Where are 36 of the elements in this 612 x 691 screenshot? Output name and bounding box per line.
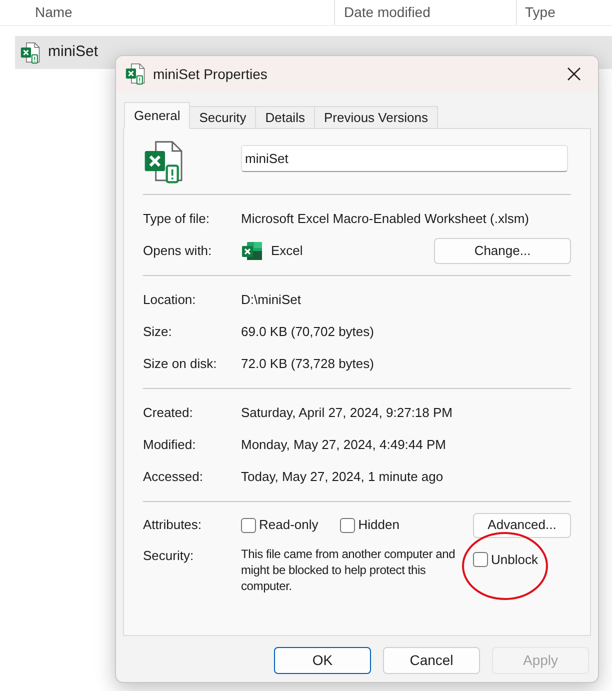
field-value: Monday, May 27, 2024, 4:49:44 PM (241, 436, 446, 454)
field-value: D:\miniSet (241, 291, 301, 310)
field-label: Created: (143, 404, 194, 422)
close-icon (567, 67, 581, 81)
file-name-field[interactable]: miniSet (241, 145, 568, 172)
field-value: 72.0 KB (73,728 bytes) (241, 355, 374, 374)
tab[interactable]: Previous Versions (314, 106, 438, 129)
spreadsheet-app-icon (241, 241, 263, 261)
security-message: This file came from another computer and might be blocked to help protect this computer. (241, 546, 456, 594)
file-name: miniSet (48, 42, 98, 62)
field-label: Attributes: (143, 516, 203, 534)
field-value: 69.0 KB (70,702 bytes) (241, 323, 374, 342)
spreadsheet-file-icon (20, 42, 42, 64)
column-header[interactable]: Type (525, 2, 556, 23)
column-header[interactable]: Name (35, 2, 72, 23)
field-label: Modified: (143, 436, 197, 454)
tab[interactable]: General (124, 102, 190, 129)
column-header[interactable]: Date modified (344, 2, 430, 23)
change-button[interactable]: Change... (434, 238, 571, 264)
field-label: Security: (143, 547, 195, 565)
field-value: Excel (271, 242, 304, 260)
field-label: Location: (143, 291, 197, 310)
checkbox[interactable]: Read-only (241, 515, 318, 535)
checkbox[interactable]: Hidden (340, 515, 400, 535)
field-label: Opens with: (143, 242, 213, 260)
field-label: Size: (143, 323, 173, 342)
field-label: Type of file: (143, 210, 210, 228)
field-value: Saturday, April 27, 2024, 9:27:18 PM (241, 404, 453, 422)
advanced-button[interactable]: Advanced... (473, 512, 571, 538)
field-label: Size on disk: (143, 355, 218, 374)
spreadsheet-file-icon (125, 63, 147, 85)
field-label: Accessed: (143, 468, 204, 486)
dialog-button[interactable]: OK (274, 647, 371, 674)
field-value: Microsoft Excel Macro-Enabled Worksheet (.xlsm) (241, 210, 530, 228)
dialog-button[interactable]: Cancel (383, 647, 480, 674)
field-value: Today, May 27, 2024, 1 minute ago (241, 468, 444, 486)
